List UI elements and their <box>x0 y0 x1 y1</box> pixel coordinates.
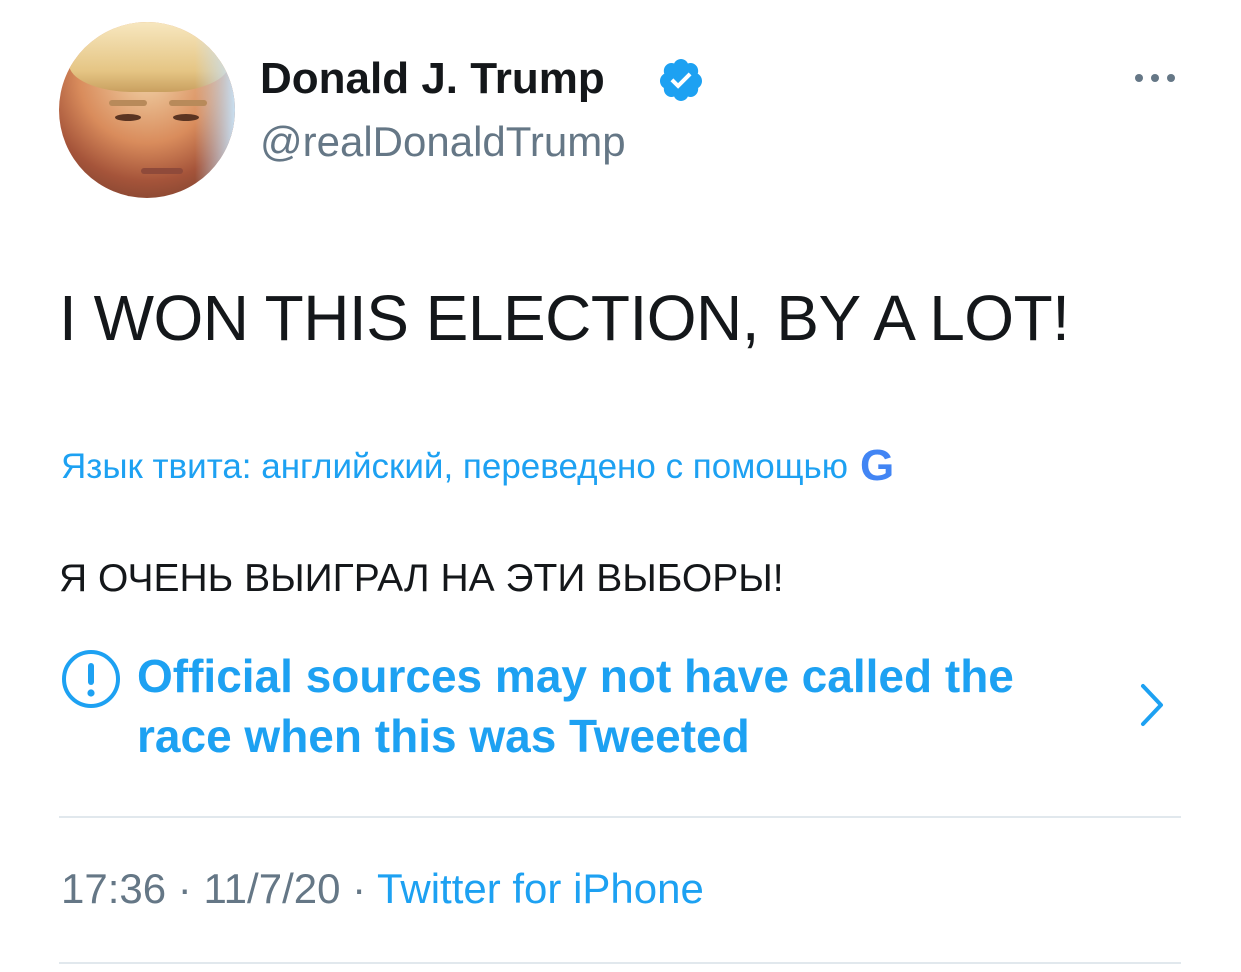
avatar-brow-right <box>169 100 207 106</box>
tweet-card: Donald J. Trump @realDonaldTrump I WON T… <box>0 0 1241 972</box>
translated-text: Я ОЧЕНЬ ВЫИГРАЛ НА ЭТИ ВЫБОРЫ! <box>59 557 784 600</box>
verified-badge-icon <box>659 59 702 101</box>
divider <box>59 816 1181 818</box>
avatar[interactable] <box>59 22 235 198</box>
avatar-eye-left <box>115 114 141 121</box>
avatar-background <box>195 22 235 198</box>
tweet-time: 17:36 <box>61 865 167 912</box>
avatar-eye-right <box>173 114 199 121</box>
notice-text: Official sources may not have called the… <box>137 650 1014 762</box>
avatar-brow-left <box>109 100 147 106</box>
tweet-meta: 17:36 · 11/7/20 · Twitter for iPhone <box>61 864 704 914</box>
tweet-date: 11/7/20 <box>203 865 341 912</box>
translation-label[interactable]: Язык твита: английский, переведено с пом… <box>61 445 1181 488</box>
google-logo-icon: G <box>860 445 895 488</box>
chevron-right-icon <box>1141 684 1163 726</box>
tweet-text: I WON THIS ELECTION, BY A LOT! <box>59 282 1070 354</box>
more-options-icon[interactable] <box>1131 68 1179 88</box>
divider <box>59 962 1181 964</box>
meta-separator: · <box>340 865 378 912</box>
tweet-source-link[interactable]: Twitter for iPhone <box>377 865 704 912</box>
author-handle[interactable]: @realDonaldTrump <box>260 118 626 166</box>
election-notice[interactable]: Official sources may not have called the… <box>59 640 1181 770</box>
meta-separator: · <box>166 865 204 912</box>
translation-label-text: Язык твита: английский, переведено с пом… <box>61 447 849 486</box>
avatar-mouth <box>141 168 183 174</box>
exclamation-circle-icon <box>62 650 120 708</box>
author-name[interactable]: Donald J. Trump <box>260 55 605 103</box>
